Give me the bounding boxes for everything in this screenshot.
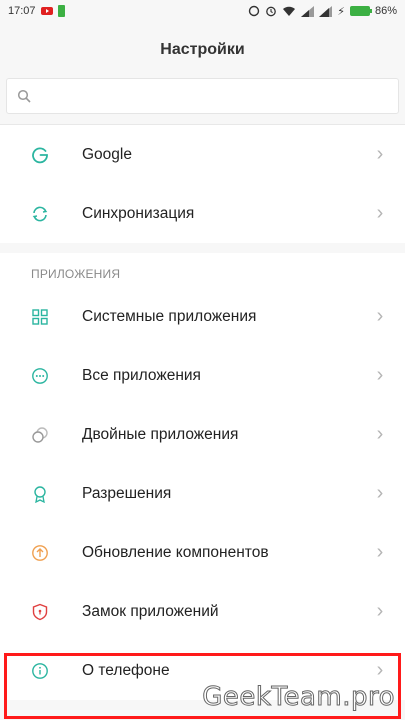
item-label: Разрешения bbox=[82, 484, 172, 502]
page-title: Настройки bbox=[160, 41, 245, 58]
item-label: Замок приложений bbox=[82, 602, 219, 620]
chevron-right-icon: › bbox=[376, 659, 384, 681]
badge-icon bbox=[34, 485, 46, 503]
chevron-right-icon: › bbox=[376, 364, 384, 386]
status-left: 17:07 bbox=[8, 5, 65, 17]
accounts-section: Google › Синхронизация › bbox=[0, 124, 405, 243]
chevron-right-icon: › bbox=[376, 482, 384, 504]
item-label: О телефоне bbox=[82, 661, 170, 679]
apps-section: ПРИЛОЖЕНИЯ Системные приложения › Все пр… bbox=[0, 253, 405, 700]
settings-item-app-lock[interactable]: Замок приложений › bbox=[0, 582, 405, 641]
item-label: Системные приложения bbox=[82, 307, 257, 325]
watermark: GeekTeam.pro bbox=[202, 682, 395, 713]
signal-icon-1 bbox=[301, 5, 315, 17]
wifi-icon bbox=[283, 6, 296, 16]
update-icon bbox=[32, 544, 48, 561]
alarm-icon bbox=[266, 6, 277, 17]
settings-item-permissions[interactable]: Разрешения › bbox=[0, 464, 405, 523]
item-label: Двойные приложения bbox=[82, 425, 239, 443]
section-title: ПРИЛОЖЕНИЯ bbox=[31, 267, 121, 281]
dots-circle-icon bbox=[32, 367, 48, 384]
search-wrap bbox=[0, 78, 405, 114]
battery-percent: 86% bbox=[374, 5, 397, 17]
google-icon bbox=[32, 146, 48, 163]
item-label: Google bbox=[82, 145, 132, 163]
shield-icon bbox=[32, 603, 48, 620]
item-label: Синхронизация bbox=[82, 204, 195, 222]
status-bar: 17:07 ⚡ 86% bbox=[0, 0, 405, 22]
chevron-right-icon: › bbox=[376, 600, 384, 622]
status-time: 17:07 bbox=[8, 5, 36, 17]
chevron-right-icon: › bbox=[376, 541, 384, 563]
youtube-notification-icon bbox=[40, 7, 53, 15]
settings-item-all-apps[interactable]: Все приложения › bbox=[0, 346, 405, 405]
sync-status-icon bbox=[249, 5, 260, 17]
search-input[interactable] bbox=[39, 87, 398, 105]
chevron-right-icon: › bbox=[376, 305, 384, 327]
item-label: Обновление компонентов bbox=[82, 543, 269, 561]
status-right: ⚡ 86% bbox=[248, 5, 397, 18]
chevron-right-icon: › bbox=[376, 202, 384, 224]
search-icon bbox=[17, 89, 31, 103]
item-label: Все приложения bbox=[82, 366, 201, 384]
settings-item-sync[interactable]: Синхронизация › bbox=[0, 184, 405, 243]
battery-icon bbox=[349, 6, 372, 16]
signal-icon-2 bbox=[319, 5, 333, 17]
grid-icon bbox=[32, 308, 48, 325]
dual-circles-icon bbox=[32, 426, 48, 443]
settings-item-system-apps[interactable]: Системные приложения › bbox=[0, 287, 405, 346]
search-box[interactable] bbox=[6, 78, 399, 114]
charging-icon: ⚡ bbox=[337, 5, 345, 18]
settings-item-dual-apps[interactable]: Двойные приложения › bbox=[0, 405, 405, 464]
settings-item-component-updates[interactable]: Обновление компонентов › bbox=[0, 523, 405, 582]
info-icon bbox=[32, 662, 48, 679]
settings-item-google[interactable]: Google › bbox=[0, 125, 405, 184]
chevron-right-icon: › bbox=[376, 423, 384, 445]
chevron-right-icon: › bbox=[376, 143, 384, 165]
sync-icon bbox=[32, 206, 48, 221]
battery-notification-icon bbox=[57, 5, 65, 17]
